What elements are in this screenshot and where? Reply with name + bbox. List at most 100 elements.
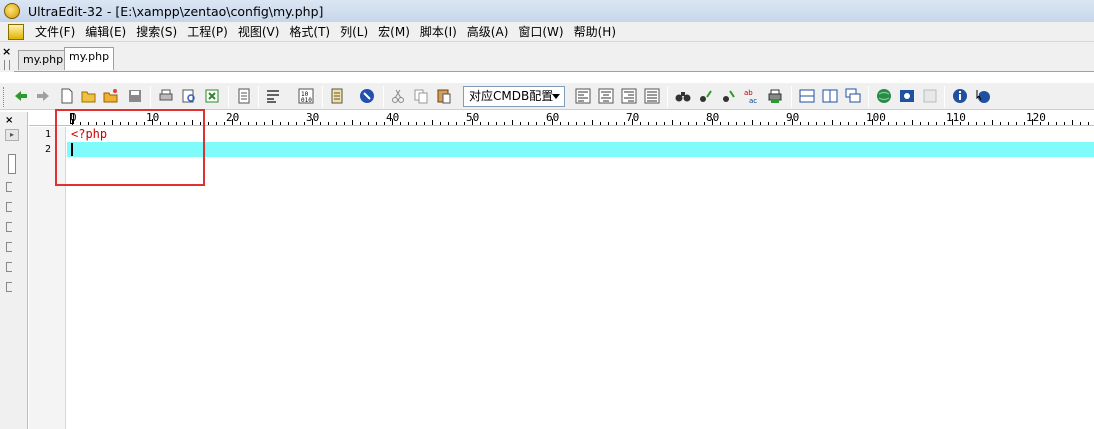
file-tab[interactable]: my.php bbox=[18, 50, 69, 70]
open-recent-icon[interactable] bbox=[102, 87, 120, 105]
ruler-tick bbox=[672, 120, 673, 125]
help-cursor-icon[interactable] bbox=[974, 87, 992, 105]
tab-divider bbox=[14, 71, 1094, 72]
file-tab-active[interactable]: my.php bbox=[64, 47, 115, 70]
toolbar-separator bbox=[258, 86, 259, 108]
column-mode-icon[interactable] bbox=[328, 87, 346, 105]
browser-view-icon[interactable] bbox=[358, 87, 376, 105]
ruler-tick bbox=[432, 120, 433, 125]
menu-file[interactable]: 文件(F) bbox=[30, 23, 80, 41]
ruler-tick bbox=[304, 122, 305, 125]
new-file-icon[interactable] bbox=[58, 87, 76, 105]
ruler-tick bbox=[984, 122, 985, 125]
ruler-tick bbox=[856, 122, 857, 125]
ruler-tick bbox=[824, 122, 825, 125]
current-code-line[interactable] bbox=[67, 142, 1094, 157]
justify-icon[interactable] bbox=[643, 87, 661, 105]
printer-icon[interactable] bbox=[766, 87, 784, 105]
ruler-tick bbox=[664, 122, 665, 125]
svg-text:010: 010 bbox=[301, 97, 312, 104]
replace-icon[interactable]: abac bbox=[743, 87, 761, 105]
menu-macro[interactable]: 宏(M) bbox=[373, 23, 415, 41]
disabled-tool-icon[interactable] bbox=[921, 87, 939, 105]
paste-icon[interactable] bbox=[435, 87, 453, 105]
ruler-tick bbox=[408, 122, 409, 125]
toolbar-separator bbox=[383, 86, 384, 108]
forward-icon[interactable] bbox=[34, 87, 52, 105]
hex-mode-icon[interactable]: 10010 bbox=[297, 87, 315, 105]
ruler-tick bbox=[448, 122, 449, 125]
panel-tree bbox=[6, 154, 16, 292]
menu-edit[interactable]: 编辑(E) bbox=[80, 23, 131, 41]
menu-bar: 文件(F) 编辑(E) 搜索(S) 工程(P) 视图(V) 格式(T) 列(L)… bbox=[0, 22, 1094, 42]
menu-view[interactable]: 视图(V) bbox=[233, 23, 285, 41]
highlight-annotation-box bbox=[55, 109, 205, 186]
tree-line-icon bbox=[6, 242, 12, 252]
cut-icon[interactable] bbox=[389, 87, 407, 105]
ruler-tick bbox=[544, 122, 545, 125]
code-line[interactable]: <?php bbox=[67, 127, 1094, 142]
ruler-tick bbox=[296, 122, 297, 125]
ruler-tick bbox=[944, 122, 945, 125]
ruler-tick bbox=[504, 122, 505, 125]
cascade-windows-icon[interactable] bbox=[844, 87, 862, 105]
code-text-area[interactable]: <?php bbox=[67, 127, 1094, 429]
toolbar-grip[interactable] bbox=[3, 87, 6, 107]
close-file-icon[interactable]: × bbox=[2, 46, 13, 57]
open-folder-icon[interactable] bbox=[80, 87, 98, 105]
codepage-select[interactable]: 对应CMDB配置 bbox=[463, 86, 565, 107]
tree-line-icon bbox=[6, 222, 12, 232]
menu-window[interactable]: 窗口(W) bbox=[513, 23, 568, 41]
menu-advanced[interactable]: 高级(A) bbox=[462, 23, 514, 41]
ruler-tick bbox=[568, 122, 569, 125]
menu-project[interactable]: 工程(P) bbox=[182, 23, 233, 41]
ruler-tick bbox=[752, 120, 753, 125]
ruler-tick bbox=[592, 120, 593, 125]
align-center-icon[interactable] bbox=[597, 87, 615, 105]
chevron-down-icon bbox=[552, 94, 560, 99]
ruler-tick bbox=[728, 122, 729, 125]
print-preview-icon[interactable] bbox=[180, 87, 198, 105]
tree-line-icon bbox=[6, 262, 12, 272]
find-icon[interactable] bbox=[674, 87, 692, 105]
save-icon[interactable] bbox=[126, 87, 144, 105]
find-next-icon[interactable] bbox=[697, 87, 715, 105]
document-properties-icon[interactable] bbox=[235, 87, 253, 105]
ruler-tick bbox=[240, 122, 241, 125]
split-vertical-icon[interactable] bbox=[821, 87, 839, 105]
find-prev-icon[interactable] bbox=[720, 87, 738, 105]
ruler-label: 60 bbox=[546, 111, 560, 124]
align-right-icon[interactable] bbox=[620, 87, 638, 105]
spreadsheet-icon[interactable] bbox=[203, 87, 221, 105]
ruler-tick bbox=[584, 122, 585, 125]
ultraedit-app-icon[interactable] bbox=[4, 3, 20, 19]
toolbar-separator bbox=[944, 86, 945, 108]
menu-format[interactable]: 格式(T) bbox=[284, 23, 335, 41]
panel-expand-button[interactable]: ▸ bbox=[5, 129, 19, 141]
align-left-icon[interactable] bbox=[574, 87, 592, 105]
ruler-tick bbox=[400, 122, 401, 125]
copy-icon[interactable] bbox=[412, 87, 430, 105]
menu-script[interactable]: 脚本(I) bbox=[415, 23, 462, 41]
print-icon[interactable] bbox=[157, 87, 175, 105]
ruler-tick bbox=[736, 122, 737, 125]
menu-search[interactable]: 搜索(S) bbox=[131, 23, 182, 41]
left-dock-panel: × ▸ bbox=[0, 112, 28, 429]
ruler-tick bbox=[352, 120, 353, 125]
back-icon[interactable] bbox=[12, 87, 30, 105]
ruler-tick bbox=[720, 122, 721, 125]
ftp-globe-icon[interactable] bbox=[875, 87, 893, 105]
split-horizontal-icon[interactable] bbox=[798, 87, 816, 105]
tree-line-icon bbox=[6, 182, 12, 192]
word-wrap-icon[interactable] bbox=[264, 87, 282, 105]
menu-help[interactable]: 帮助(H) bbox=[569, 23, 621, 41]
ruler-tick bbox=[920, 122, 921, 125]
ftp-browser-icon[interactable] bbox=[898, 87, 916, 105]
info-icon[interactable] bbox=[951, 87, 969, 105]
document-menu-icon[interactable] bbox=[8, 23, 24, 40]
close-panel-icon[interactable]: × bbox=[5, 115, 13, 126]
window-title: UltraEdit-32 - [E:\xampp\zentao\config\m… bbox=[28, 3, 324, 19]
menu-column[interactable]: 列(L) bbox=[335, 23, 373, 41]
ruler-tick bbox=[704, 122, 705, 125]
panel-tree-item[interactable] bbox=[8, 154, 16, 174]
